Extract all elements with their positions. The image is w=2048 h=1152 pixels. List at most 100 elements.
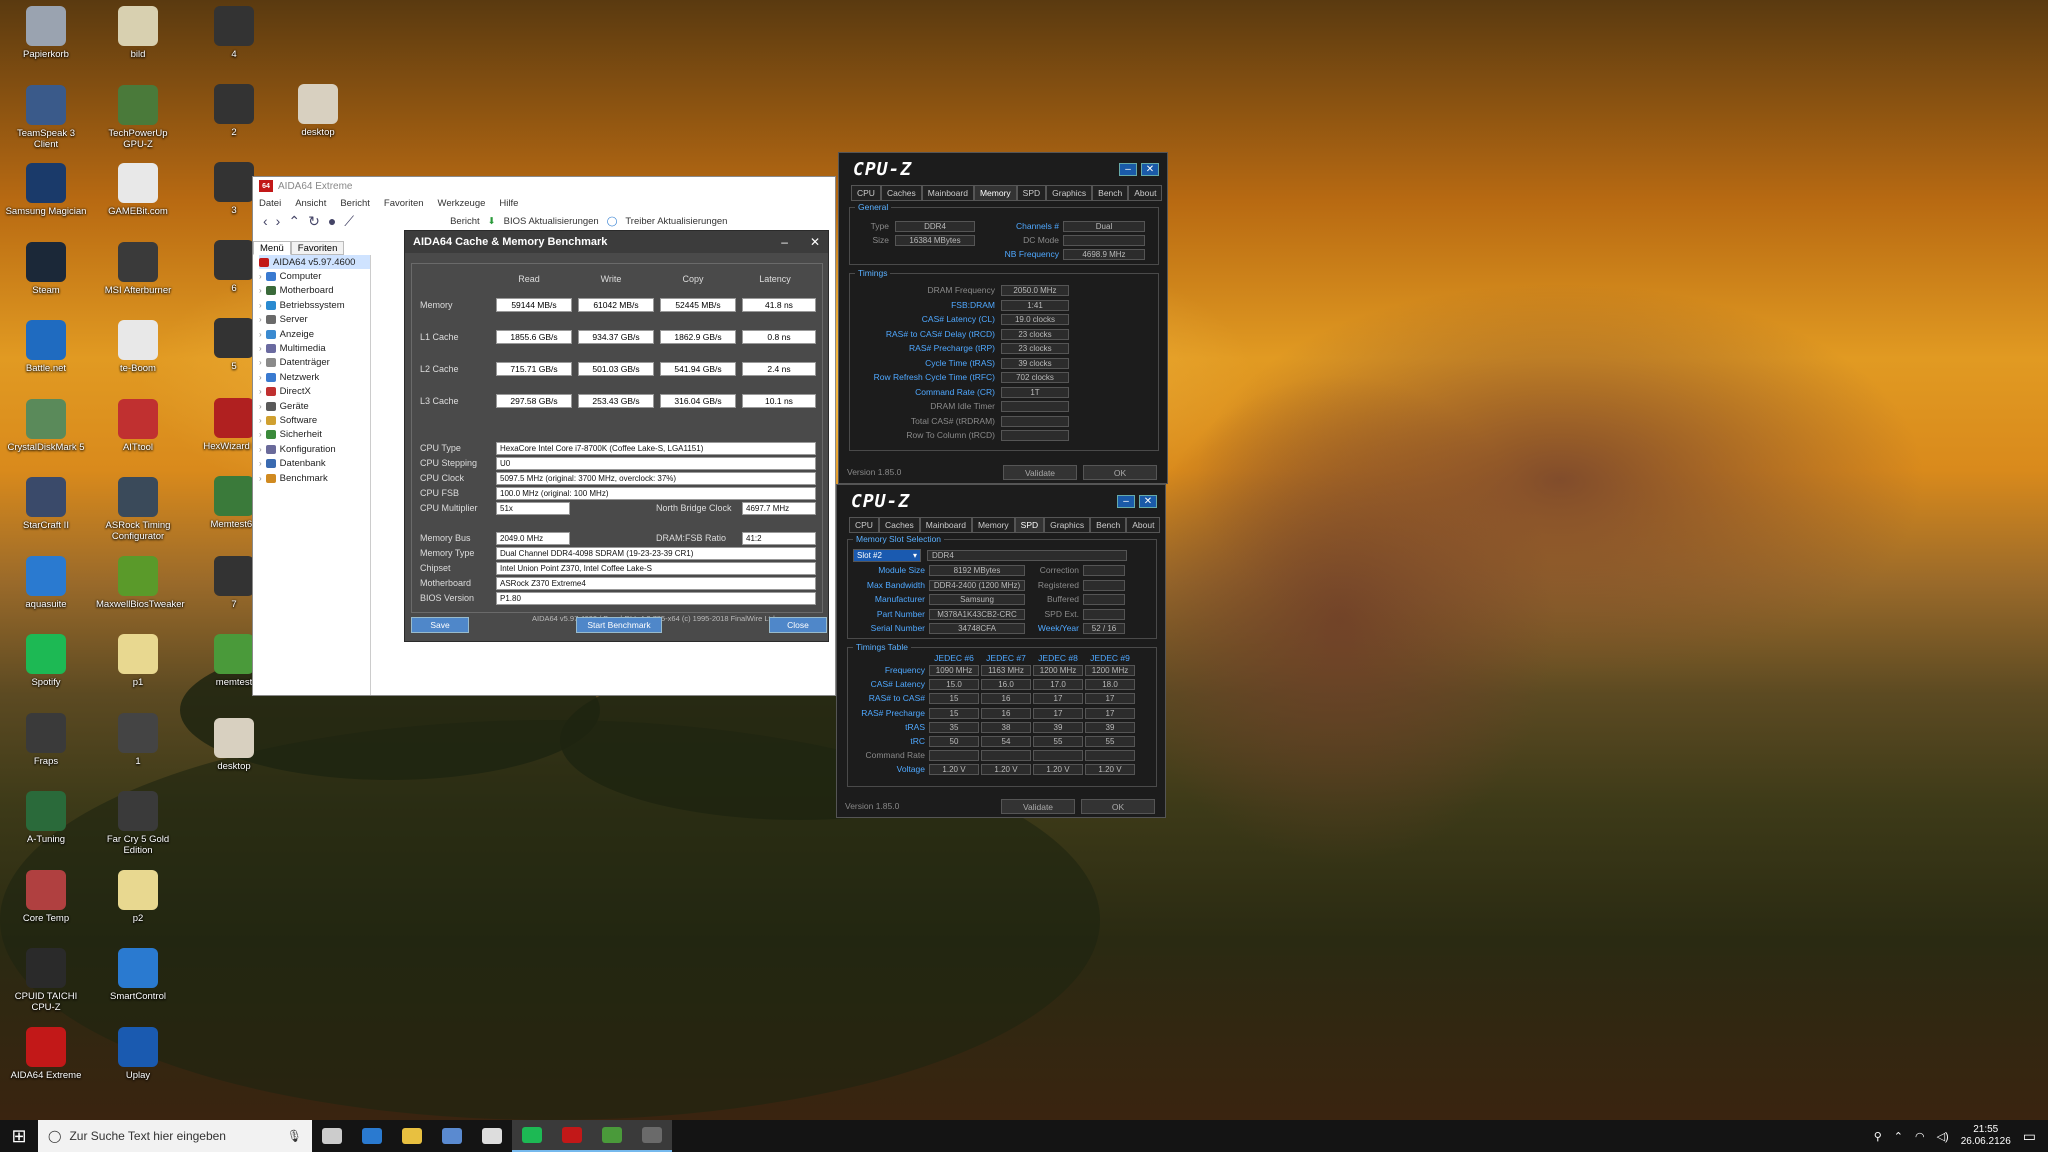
desktop-icon[interactable]: TeamSpeak 3 Client — [4, 84, 88, 150]
desktop-icon[interactable]: Far Cry 5 Gold Edition — [96, 791, 180, 856]
desktop-icon[interactable]: Battle.net — [4, 320, 88, 374]
close-icon[interactable]: ✕ — [1141, 162, 1159, 176]
driver-update-button[interactable]: Treiber Aktualisierungen — [625, 216, 727, 227]
tab-caches[interactable]: Caches — [880, 185, 922, 201]
taskbar-app-edge[interactable] — [352, 1120, 392, 1152]
person-icon[interactable]: ⚲ — [1874, 1130, 1882, 1143]
taskbar-app-aida64[interactable] — [552, 1120, 592, 1152]
tree-item[interactable]: › Server — [259, 313, 370, 327]
taskbar-app-explorer[interactable] — [392, 1120, 432, 1152]
slot-select[interactable]: Slot #2 ▾ — [853, 549, 921, 562]
chart-icon[interactable]: ⟋ — [344, 213, 354, 230]
save-button[interactable]: Save — [411, 617, 469, 633]
taskbar-app-cpu-z[interactable] — [632, 1120, 672, 1152]
close-icon[interactable]: ✕ — [1139, 494, 1157, 508]
tree-item[interactable]: › DirectX — [259, 385, 370, 399]
bios-update-button[interactable]: BIOS Aktualisierungen — [504, 216, 599, 227]
tree-item[interactable]: › Geräte — [259, 399, 370, 413]
chevron-right-icon[interactable]: › — [259, 459, 262, 468]
start-benchmark-button[interactable]: Start Benchmark — [576, 617, 662, 633]
ok-button[interactable]: OK — [1081, 799, 1155, 814]
desktop-icon[interactable]: A-Tuning — [4, 791, 88, 845]
desktop-icon[interactable]: CrystalDiskMark 5 — [4, 398, 88, 453]
desktop-icon[interactable]: SmartControl — [96, 948, 180, 1002]
desktop-icon[interactable]: Spotify — [4, 634, 88, 688]
desktop-icon[interactable]: te-Boom — [96, 320, 180, 374]
tab-graphics[interactable]: Graphics — [1046, 185, 1093, 201]
tree-item[interactable]: › Sicherheit — [259, 428, 370, 442]
chevron-right-icon[interactable]: › — [259, 330, 262, 339]
minimize-icon[interactable]: – — [781, 235, 788, 249]
chevron-up-icon[interactable]: ⌃ — [1894, 1130, 1903, 1143]
tab-about[interactable]: About — [1126, 517, 1161, 533]
taskbar-app-spotify[interactable] — [512, 1120, 552, 1152]
menu-item-datei[interactable]: Datei — [259, 198, 281, 209]
volume-icon[interactable]: ◁) — [1937, 1130, 1949, 1143]
desktop-icon[interactable]: p1 — [96, 634, 180, 688]
search-box[interactable]: ◯ Zur Suche Text hier eingeben 🎙 — [38, 1120, 312, 1152]
tree-item[interactable]: › Betriebssystem — [259, 298, 370, 312]
desktop-icon[interactable]: desktop — [192, 718, 276, 772]
chevron-right-icon[interactable]: › — [259, 445, 262, 454]
menu-item-werkzeuge[interactable]: Werkzeuge — [438, 198, 486, 209]
desktop-icon[interactable]: Fraps — [4, 712, 88, 767]
chevron-right-icon[interactable]: › — [259, 344, 262, 353]
clock[interactable]: 21:55 26.06.2126 — [1961, 1124, 2011, 1148]
tree-item[interactable]: › Benchmark — [259, 471, 370, 485]
taskbar-app-mail[interactable] — [472, 1120, 512, 1152]
desktop-icon[interactable]: Uplay — [96, 1026, 180, 1081]
menu-item-bericht[interactable]: Bericht — [340, 198, 370, 209]
desktop-icon[interactable]: AITtool — [96, 398, 180, 453]
cpuz-memory-window[interactable]: CPU-Z – ✕ CPU Caches Mainboard Memory SPD Grap… — [838, 152, 1168, 484]
tree-item[interactable]: › Datenbank — [259, 456, 370, 470]
desktop-icon[interactable]: 4 — [192, 6, 276, 60]
tab-spd[interactable]: SPD — [1016, 185, 1047, 201]
chevron-right-icon[interactable]: › — [259, 387, 262, 396]
minimize-icon[interactable]: – — [1117, 494, 1135, 508]
desktop-icon[interactable]: TechPowerUp GPU-Z — [96, 84, 180, 150]
report-button[interactable]: Bericht — [450, 216, 480, 227]
chevron-right-icon[interactable]: › — [259, 358, 262, 367]
desktop-icon[interactable]: aquasuite — [4, 555, 88, 610]
menu-item-favoriten[interactable]: Favoriten — [384, 198, 424, 209]
chevron-right-icon[interactable]: › — [259, 286, 262, 295]
desktop-icon[interactable]: MSI Afterburner — [96, 241, 180, 296]
user-icon[interactable]: ● — [328, 213, 336, 229]
tab-favoriten[interactable]: Favoriten — [290, 241, 345, 255]
desktop-icon[interactable]: bild — [96, 6, 180, 60]
tree-item[interactable]: › Anzeige — [259, 327, 370, 341]
tree-item[interactable]: › Multimedia — [259, 341, 370, 355]
tab-caches[interactable]: Caches — [878, 517, 920, 533]
validate-button[interactable]: Validate — [1003, 465, 1077, 480]
taskbar-app-store[interactable] — [432, 1120, 472, 1152]
chevron-right-icon[interactable]: › — [259, 402, 262, 411]
notification-icon[interactable]: ▭ — [2023, 1128, 2036, 1145]
tree-item[interactable]: › Computer — [259, 269, 370, 283]
validate-button[interactable]: Validate — [1001, 799, 1075, 814]
tree-item[interactable]: AIDA64 v5.97.4600 — [259, 255, 370, 270]
tab-bench[interactable]: Bench — [1090, 517, 1127, 533]
up-arrow-icon[interactable]: ⌃ — [288, 213, 300, 230]
desktop-icon[interactable]: p2 — [96, 869, 180, 924]
forward-arrow-icon[interactable]: › — [276, 213, 281, 229]
tab-memory[interactable]: Memory — [973, 185, 1017, 201]
microphone-icon[interactable]: 🎙 — [287, 1129, 302, 1143]
chevron-right-icon[interactable]: › — [259, 416, 262, 425]
network-icon[interactable]: ◠ — [1915, 1130, 1925, 1143]
desktop-icon[interactable]: Samsung Magician — [4, 163, 88, 217]
desktop-icon[interactable]: desktop — [276, 84, 360, 138]
chevron-right-icon[interactable]: › — [259, 315, 262, 324]
tab-bench[interactable]: Bench — [1092, 185, 1129, 201]
tab-cpu[interactable]: CPU — [851, 185, 881, 201]
menu-item-hilfe[interactable]: Hilfe — [499, 198, 518, 209]
taskbar-app-task-view[interactable] — [312, 1120, 352, 1152]
desktop-icon[interactable]: MaxwellBiosTweaker — [96, 555, 185, 610]
start-button[interactable]: ⊞ — [0, 1120, 38, 1152]
tree-item[interactable]: › Konfiguration — [259, 442, 370, 456]
chevron-right-icon[interactable]: › — [259, 373, 262, 382]
chevron-right-icon[interactable]: › — [259, 474, 262, 483]
refresh-icon[interactable]: ↻ — [308, 213, 320, 230]
tab-about[interactable]: About — [1128, 185, 1163, 201]
tab-spd[interactable]: SPD — [1014, 517, 1045, 533]
desktop-icon[interactable]: Steam — [4, 241, 88, 296]
